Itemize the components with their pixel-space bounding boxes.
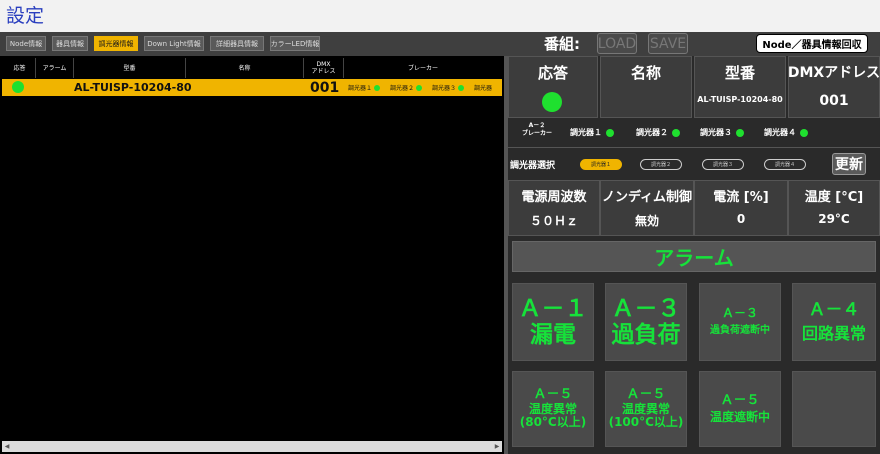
tab-color-led-info[interactable]: カラーLED情報 xyxy=(270,36,320,51)
scroll-left-icon[interactable]: ◀ xyxy=(2,441,12,452)
col-dmx-address[interactable]: DMX アドレス xyxy=(304,58,344,78)
model-header: 型番 xyxy=(724,64,755,82)
stat-current-value: 0 xyxy=(736,212,746,226)
dimmer-select-2[interactable]: 調光器２ xyxy=(640,159,682,170)
row-breaker-2: 調光器２ xyxy=(390,79,424,96)
name-header: 名称 xyxy=(630,64,661,82)
row-breaker-1: 調光器１ xyxy=(348,79,382,96)
program-label: 番組: xyxy=(544,35,580,53)
scroll-right-icon[interactable]: ▶ xyxy=(492,441,502,452)
window-title: 設定 xyxy=(6,5,45,27)
stat-nondim-label: ノンディム制御 xyxy=(601,190,693,205)
stat-frequency-value: ５０Ｈｚ xyxy=(529,214,578,228)
load-button[interactable]: LOAD xyxy=(597,33,637,54)
response-ok-indicator xyxy=(542,92,562,112)
status-dot-icon xyxy=(606,128,614,137)
stat-frequency-label: 電源周波数 xyxy=(521,190,587,205)
tab-downlight-info[interactable]: Down Light情報 xyxy=(144,36,204,51)
update-button[interactable]: 更新 xyxy=(832,153,866,175)
breaker-label: A－２ ブレーカー xyxy=(521,122,552,137)
tab-dimmer-info[interactable]: 調光器情報 xyxy=(94,36,138,51)
alarm-a5-temp-100: Ａ－５ 温度異常 (100°C以上) xyxy=(605,371,687,447)
status-dot-icon xyxy=(416,84,423,91)
row-breaker-3: 調光器３ xyxy=(432,79,466,96)
tab-detail-fixture-info[interactable]: 詳細器具情報 xyxy=(210,36,264,51)
stat-temperature-label: 温度 [°C] xyxy=(804,190,864,205)
alarm-a5-temp-trip: Ａ－５ 温度遮断中 xyxy=(699,371,781,447)
tab-node-info[interactable]: Node情報 xyxy=(6,36,46,51)
col-response[interactable]: 応答 xyxy=(4,58,36,78)
status-dot-icon xyxy=(736,128,744,137)
horizontal-scrollbar[interactable]: ◀ ▶ xyxy=(2,441,502,452)
status-dot-icon xyxy=(374,84,381,91)
stat-temperature-value: 29°C xyxy=(818,212,850,226)
model-value: AL-TUISP-10204-80 xyxy=(697,95,783,104)
col-breaker[interactable]: ブレーカー xyxy=(344,58,502,78)
response-ok-indicator xyxy=(12,81,24,93)
breaker-3: 調光器３ xyxy=(700,124,746,141)
row-dmx: 001 xyxy=(310,79,340,96)
alarm-a3-overload: Ａ－３ 過負荷 xyxy=(605,283,687,361)
stat-current-label: 電流 [%] xyxy=(713,190,769,205)
dimmer-select-3[interactable]: 調光器３ xyxy=(702,159,744,170)
dmx-header: DMXアドレス xyxy=(787,65,880,81)
alarm-empty-slot xyxy=(792,371,876,447)
status-dot-icon xyxy=(672,128,680,137)
breaker-4: 調光器４ xyxy=(764,124,810,141)
col-alarm[interactable]: アラーム xyxy=(36,58,74,78)
alarm-a3-overload-trip: Ａ－３ 過負荷遮断中 xyxy=(699,283,781,361)
row-model: AL-TUISP-10204-80 xyxy=(74,81,192,94)
dimmer-select-4[interactable]: 調光器４ xyxy=(764,159,806,170)
response-header: 応答 xyxy=(537,64,568,82)
dmx-value: 001 xyxy=(819,93,849,109)
breaker-1: 調光器１ xyxy=(570,124,616,141)
tab-fixture-info[interactable]: 器具情報 xyxy=(52,36,88,51)
dimmer-select-label: 調光器選択 xyxy=(510,161,556,171)
alarm-a1-leakage: Ａ－１ 漏電 xyxy=(512,283,594,361)
node-info-collect-button[interactable]: Node／器具情報回収 xyxy=(756,34,868,53)
alarm-a5-temp-80: Ａ－５ 温度異常 (80°C以上) xyxy=(512,371,594,447)
save-button[interactable]: SAVE xyxy=(648,33,688,54)
col-model[interactable]: 型番 xyxy=(74,58,186,78)
title-bar xyxy=(0,0,880,32)
stat-nondim-value: 無効 xyxy=(634,214,659,228)
alarm-a4-circuit-fault: Ａ－４ 回路異常 xyxy=(792,283,876,361)
col-name[interactable]: 名称 xyxy=(186,58,304,78)
row-breaker-4: 調光器 xyxy=(474,85,493,92)
breaker-2: 調光器２ xyxy=(636,124,682,141)
status-dot-icon xyxy=(800,128,808,137)
status-dot-icon xyxy=(458,84,465,91)
alarm-title: アラーム xyxy=(512,241,876,272)
dimmer-list xyxy=(0,56,504,454)
dimmer-select-1[interactable]: 調光器１ xyxy=(580,159,622,170)
